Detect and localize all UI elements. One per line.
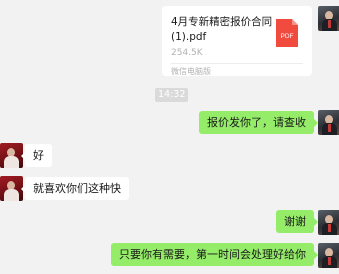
file-name: 4月专新精密报价合同(1).pdf: [171, 16, 273, 43]
pdf-file-icon: PDF: [276, 19, 298, 47]
pdf-file-icon-label: PDF: [281, 33, 294, 40]
contact-avatar[interactable]: [0, 176, 23, 201]
self-avatar[interactable]: [318, 210, 339, 235]
self-avatar[interactable]: [318, 110, 339, 135]
message-bubble-other[interactable]: 好: [21, 144, 52, 167]
message-bubble-other[interactable]: 就喜欢你们这种快: [21, 177, 129, 200]
self-avatar[interactable]: [318, 6, 339, 31]
self-avatar[interactable]: [318, 243, 339, 268]
file-message-card[interactable]: 4月专新精密报价合同(1).pdf 254.5K PDF 微信电脑版: [162, 6, 312, 76]
file-card-divider: [171, 63, 303, 64]
file-size: 254.5K: [171, 48, 203, 58]
chat-timestamp: 14:32: [155, 88, 189, 102]
file-source-label: 微信电脑版: [171, 67, 211, 76]
message-bubble-self[interactable]: 报价发你了，请查收: [199, 111, 318, 134]
contact-avatar[interactable]: [0, 143, 23, 168]
message-bubble-self[interactable]: 只要你有需要，第一时间会处理好给你: [111, 243, 318, 266]
message-bubble-self[interactable]: 谢谢: [276, 210, 318, 233]
